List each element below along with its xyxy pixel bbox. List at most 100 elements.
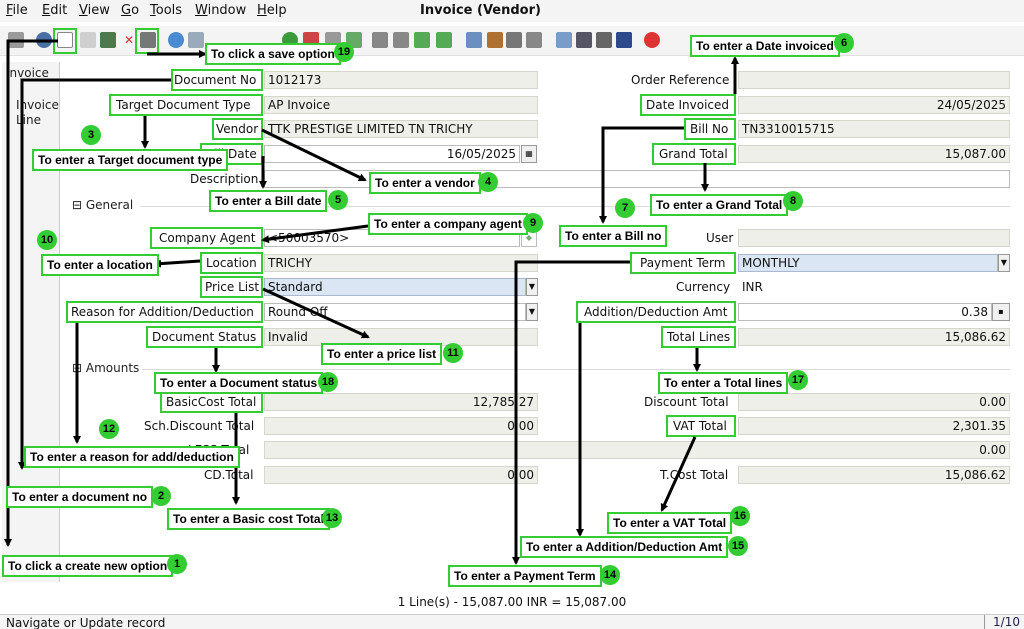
annotation-number: 5 [328,190,348,210]
annotation-8: To enter a Grand Total [650,194,789,216]
annotation-17: To enter a Total lines [658,372,789,394]
highlight-target-doc-type [109,94,263,116]
less-total-field[interactable]: 0.00 [264,441,1010,459]
annotation-14: To enter a Payment Term [448,565,602,587]
highlight-location [200,252,263,274]
section-amounts-label: Amounts [85,361,140,375]
save-disk-icon[interactable] [100,32,116,48]
first-record-icon[interactable] [372,32,388,48]
payment-term-select[interactable]: MONTHLY [738,254,998,272]
annotation-15: To enter a Addition/Deduction Amt [520,536,729,558]
previous-record-icon[interactable] [393,32,409,48]
highlight-document-no [171,69,263,91]
bill-no-field[interactable]: TN3310015715 [738,120,1010,138]
target-document-type-field[interactable]: AP Invoice [264,96,538,114]
section-general[interactable]: ⊟ General [72,198,133,212]
date-invoiced-field[interactable]: 24/05/2025 [738,96,1010,114]
annotation-12: To enter a reason for add/deduction [24,446,240,468]
section-divider [142,369,1010,370]
calculator-icon[interactable]: ▪ [992,303,1010,321]
menu-help[interactable]: Help [257,3,287,18]
refresh-icon[interactable] [168,32,184,48]
annotation-number: 6 [834,33,854,53]
vat-total-field[interactable]: 2,301.35 [738,417,1010,435]
label-order-reference: Order Reference [631,73,730,87]
highlight-date-invoiced [640,94,736,116]
highlight-add-deduct-amt [576,301,736,323]
basic-cost-total-field[interactable]: 12,785.27 [264,393,538,411]
record-summary: 1 Line(s) - 15,087.00 INR = 15,087.00 [397,595,627,609]
highlight-document-status [146,326,263,348]
close-icon[interactable] [644,32,660,48]
print-icon[interactable] [526,32,542,48]
tab-invoice-line[interactable]: Invoice Line [6,98,59,128]
menu-window[interactable]: Window [195,3,246,18]
menu-view[interactable]: View [79,3,110,18]
annotation-number: 19 [334,42,354,62]
process-icon[interactable] [596,32,612,48]
menu-bar: File Edit View Go Tools Window Help Invo… [0,0,1024,22]
window-title: Invoice (Vendor) [420,3,541,18]
total-lines-field[interactable]: 15,086.62 [738,328,1010,346]
annotation-11: To enter a price list [321,343,443,365]
status-message: Navigate or Update record [6,616,166,629]
menu-edit[interactable]: Edit [42,3,67,18]
help-icon[interactable] [36,32,52,48]
product-info-icon[interactable] [616,32,632,48]
status-bar: Navigate or Update record 1/10 [0,614,1024,629]
annotation-number: 11 [443,343,463,363]
highlight-company-agent [150,227,263,249]
report-icon[interactable] [466,32,482,48]
label-currency: Currency [676,280,731,294]
highlight-total-lines [661,326,736,348]
user-field[interactable] [738,229,1010,247]
annotation-number: 2 [151,486,171,506]
annotation-16: To enter a VAT Total [607,512,733,534]
annotation-number: 17 [788,370,808,390]
zoom-icon[interactable] [556,32,572,48]
section-amounts[interactable]: ⊟ Amounts [72,361,139,375]
annotation-19: To click a save option [205,43,341,65]
highlight-new-record [53,28,77,54]
document-no-field[interactable]: 1012173 [264,71,538,89]
sch-discount-total-field[interactable]: 0.00 [264,417,538,435]
tab-invoice[interactable]: Invoice [6,66,49,81]
order-reference-field[interactable] [738,71,1010,89]
chevron-down-icon[interactable]: ▼ [526,278,538,296]
menu-go[interactable]: Go [121,3,139,18]
label-cd-total: CD.Total [204,468,254,482]
workflow-icon[interactable] [576,32,592,48]
menu-file[interactable]: File [6,3,28,18]
cd-total-field[interactable]: 0.00 [264,466,538,484]
price-list-select[interactable]: Standard [264,278,526,296]
reason-add-deduct-select[interactable]: Round Off [264,303,526,321]
chevron-down-icon[interactable]: ▼ [998,254,1010,272]
undo-icon[interactable] [8,32,24,48]
highlight-vat-total [666,415,736,437]
highlight-save [135,28,159,54]
annotation-number: 12 [99,419,119,439]
highlight-reason [66,301,263,323]
highlight-basic-cost-total [160,391,263,413]
find-icon[interactable] [188,32,204,48]
menu-tools[interactable]: Tools [150,3,182,18]
annotation-13: To enter a Basic cost Total [167,508,330,530]
t-cost-total-field[interactable]: 15,086.62 [738,466,1010,484]
calendar-icon[interactable]: ▦ [521,145,537,163]
add-deduct-amt-field[interactable]: 0.38 [738,303,992,321]
vendor-field[interactable]: TTK PRESTIGE LIMITED TN TRICHY [264,120,538,138]
annotation-number: 10 [37,230,57,250]
bill-date-field[interactable]: 16/05/2025 [264,145,520,163]
grand-total-field[interactable]: 15,087.00 [738,145,1010,163]
last-record-icon[interactable] [436,32,452,48]
copy-icon[interactable] [80,32,96,48]
discount-total-field[interactable]: 0.00 [738,393,1010,411]
section-general-label: General [85,198,134,212]
label-description: Description [190,172,259,186]
chevron-down-icon[interactable]: ▼ [526,303,538,321]
next-record-icon[interactable] [414,32,430,48]
record-pager[interactable]: 1/10 [984,615,1020,629]
print-preview-icon[interactable] [506,32,522,48]
archive-icon[interactable] [487,32,503,48]
location-field[interactable]: TRICHY [264,254,538,272]
